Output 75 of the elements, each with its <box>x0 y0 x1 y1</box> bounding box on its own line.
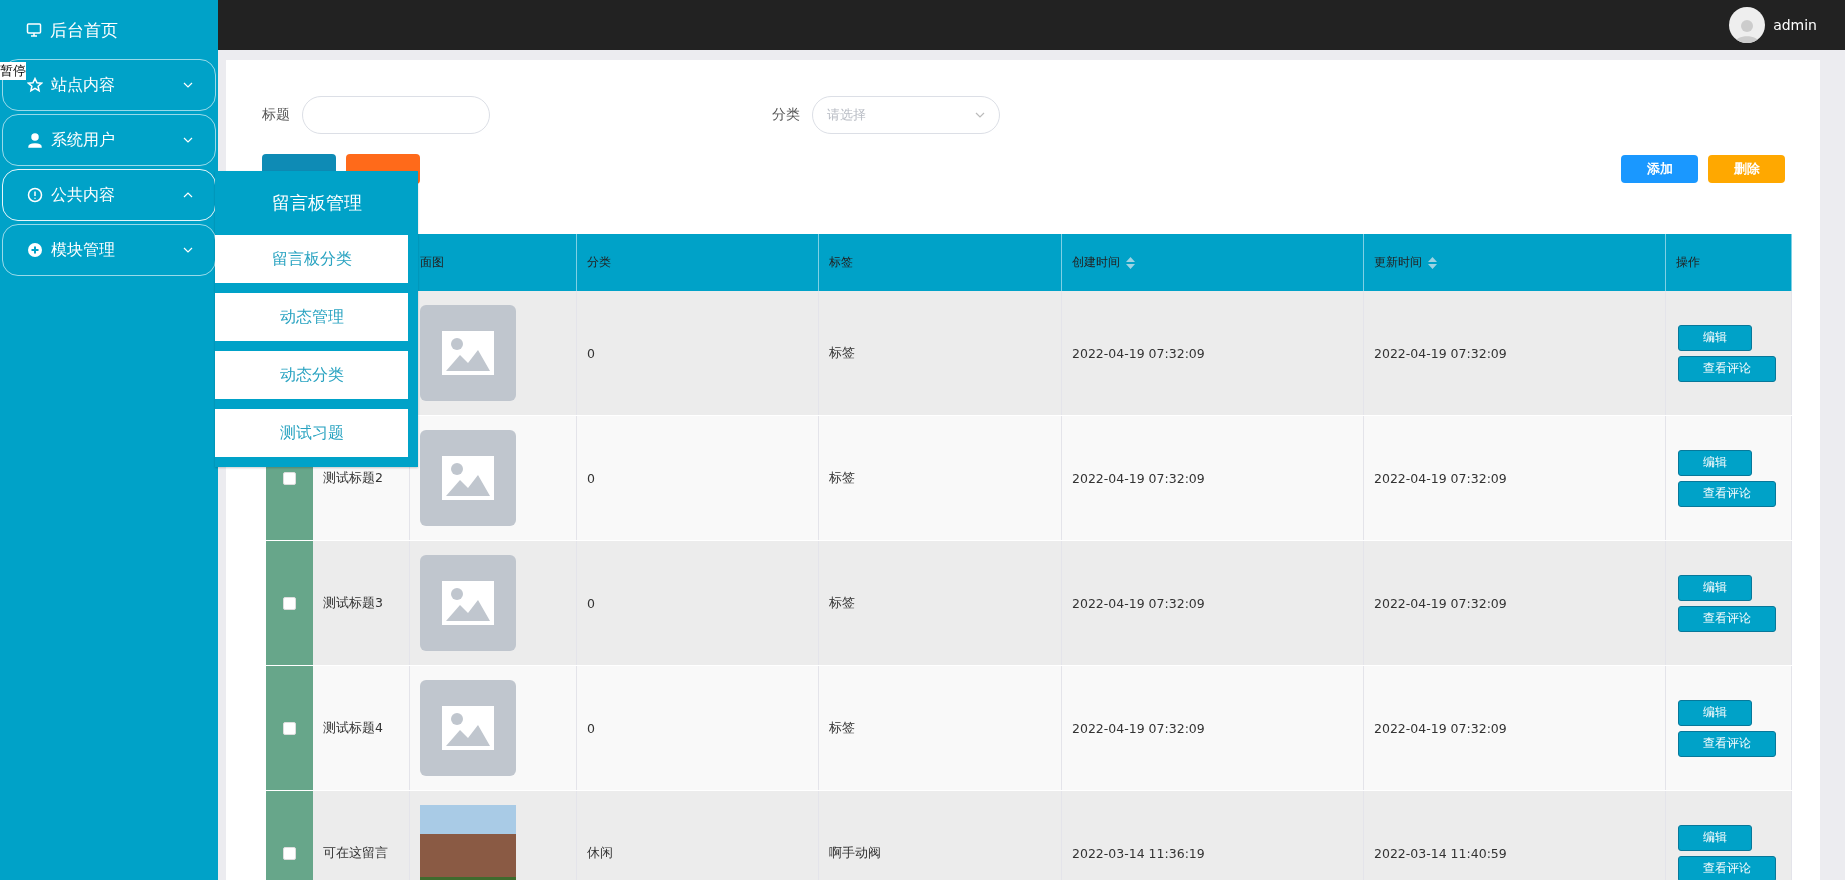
table-cell: 标签 <box>819 666 1062 790</box>
checkbox[interactable] <box>283 721 296 735</box>
table-cell: 0 <box>577 666 819 790</box>
table-cell: 2022-04-19 07:32:09 <box>1364 541 1666 665</box>
overlay-label: 暂停 <box>0 62 26 80</box>
table-cell: 0 <box>577 541 819 665</box>
submenu-item[interactable]: 动态分类 <box>215 351 408 399</box>
field-label: 标题 <box>262 106 290 124</box>
table-cell: 标签 <box>819 291 1062 415</box>
view-comments-button[interactable]: 查看评论 <box>1678 480 1776 507</box>
image-placeholder-icon <box>420 555 516 651</box>
column-title: 创建时间 <box>1072 254 1120 271</box>
user-icon <box>27 132 43 148</box>
delete-button[interactable]: 删除 <box>1708 155 1785 183</box>
table-cell: 休闲 <box>577 791 819 880</box>
table-header-cell[interactable]: 更新时间 <box>1364 234 1666 291</box>
column-title: 操作 <box>1676 254 1700 271</box>
submenu-item[interactable]: 留言板分类 <box>215 235 408 283</box>
table-cell: 0 <box>577 291 819 415</box>
table-cell: 可在这留言 <box>313 791 410 880</box>
edit-button[interactable]: 编辑 <box>1678 699 1752 726</box>
nav-item[interactable]: 后台首页 <box>2 10 216 50</box>
submenu-item[interactable]: 测试习题 <box>215 409 408 457</box>
field-label: 分类 <box>772 106 800 124</box>
table-cell: 2022-04-19 07:32:09 <box>1062 541 1364 665</box>
nav-item[interactable]: 系统用户 <box>2 114 216 166</box>
checkbox[interactable] <box>283 596 296 610</box>
table-cell: 2022-04-19 07:32:09 <box>1364 291 1666 415</box>
table-header-cell[interactable]: 创建时间 <box>1062 234 1364 291</box>
view-comments-button[interactable]: 查看评论 <box>1678 855 1776 880</box>
table-cell: 2022-04-19 07:32:09 <box>1364 416 1666 540</box>
edit-button[interactable]: 编辑 <box>1678 574 1752 601</box>
table-cell: 测试标题3 <box>313 541 410 665</box>
table-cell: 2022-03-14 11:36:19 <box>1062 791 1364 880</box>
column-title: 更新时间 <box>1374 254 1422 271</box>
chevron-down-icon <box>183 137 193 143</box>
table-cell: 2022-03-14 11:40:59 <box>1364 791 1666 880</box>
edit-button[interactable]: 编辑 <box>1678 449 1752 476</box>
checkbox[interactable] <box>283 846 296 860</box>
chevron-down-icon <box>975 112 985 118</box>
table-cell: 0 <box>577 416 819 540</box>
table-cell: 2022-04-19 07:32:09 <box>1062 416 1364 540</box>
submenu-title[interactable]: 留言板管理 <box>215 171 418 235</box>
image-placeholder-icon <box>420 680 516 776</box>
username[interactable]: admin <box>1773 17 1817 33</box>
add-button[interactable]: 添加 <box>1621 155 1698 183</box>
table-cell: 标签 <box>819 416 1062 540</box>
table-cell: 测试标题4 <box>313 666 410 790</box>
table-cell: 2022-04-19 07:32:09 <box>1364 666 1666 790</box>
plus-circle-icon <box>27 242 43 258</box>
edit-button[interactable]: 编辑 <box>1678 324 1752 351</box>
image-placeholder-icon <box>420 430 516 526</box>
view-comments-button[interactable]: 查看评论 <box>1678 605 1776 632</box>
table-cell: 2022-04-19 07:32:09 <box>1062 666 1364 790</box>
submenu-item[interactable]: 动态管理 <box>215 293 408 341</box>
table-cell: 2022-04-19 07:32:09 <box>1062 291 1364 415</box>
info-icon <box>27 187 43 203</box>
edit-button[interactable]: 编辑 <box>1678 824 1752 851</box>
view-comments-button[interactable]: 查看评论 <box>1678 730 1776 757</box>
column-title: 标签 <box>829 254 853 271</box>
monitor-icon <box>26 22 42 38</box>
chevron-up-icon <box>183 192 193 198</box>
checkbox[interactable] <box>283 471 296 485</box>
table-cell: 标签 <box>819 541 1062 665</box>
star-icon <box>27 77 43 93</box>
view-comments-button[interactable]: 查看评论 <box>1678 355 1776 382</box>
sort-icon[interactable] <box>1126 256 1135 269</box>
avatar-icon[interactable] <box>1729 7 1766 43</box>
table-cell: 啊手动阀 <box>819 791 1062 880</box>
column-title: 面图 <box>420 254 444 271</box>
sort-icon[interactable] <box>1428 256 1437 269</box>
chevron-down-icon <box>183 82 193 88</box>
column-title: 分类 <box>587 254 611 271</box>
chevron-down-icon <box>183 247 193 253</box>
image-placeholder-icon <box>420 305 516 401</box>
